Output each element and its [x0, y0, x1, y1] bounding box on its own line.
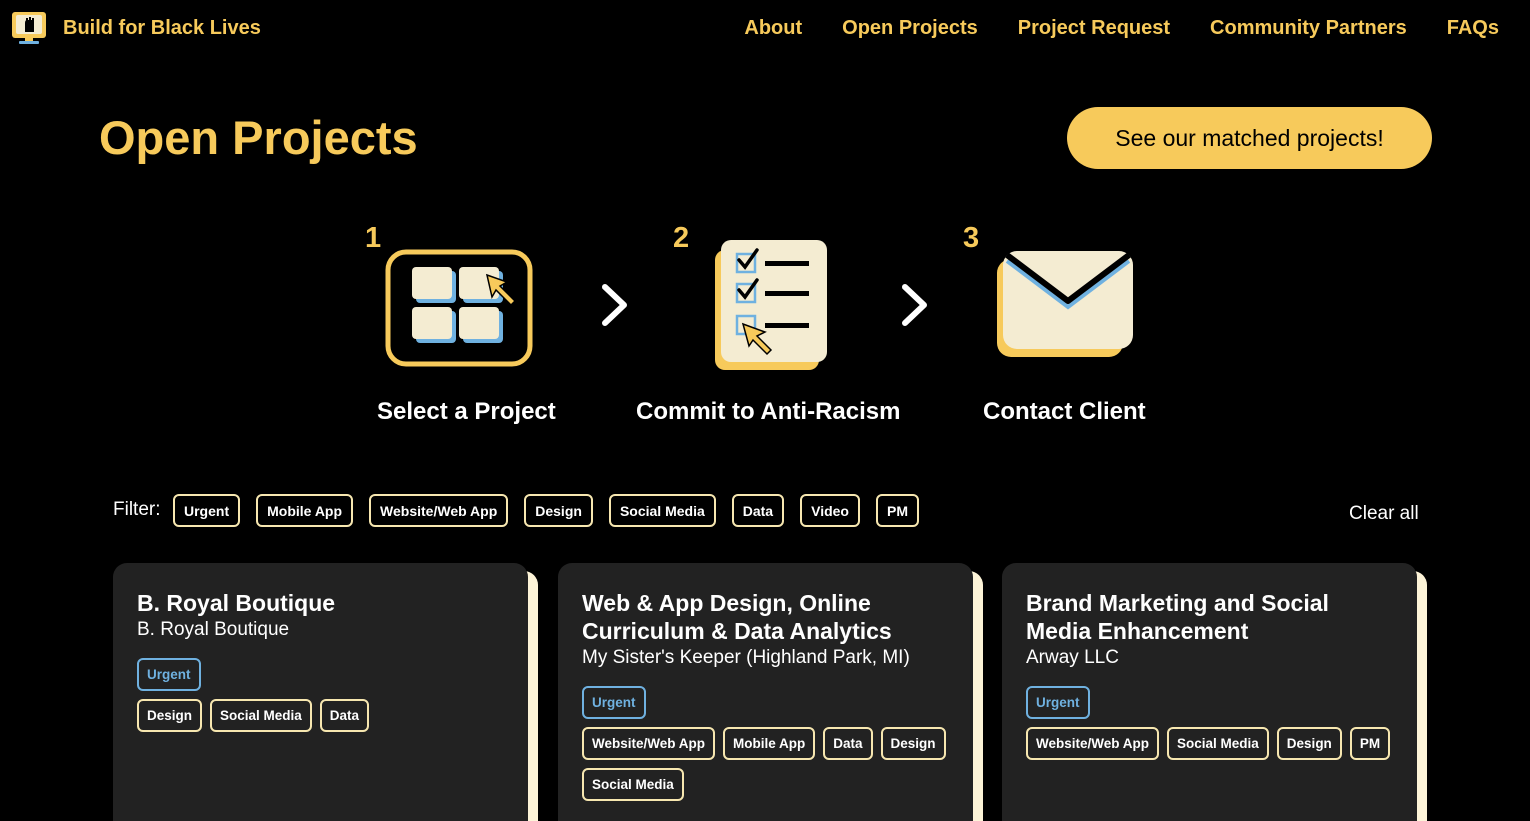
tag: Data [823, 727, 873, 760]
nav-links: About Open Projects Project Request Comm… [744, 17, 1499, 40]
logo-icon[interactable] [11, 11, 47, 45]
clear-all-button[interactable]: Clear all [1349, 503, 1419, 525]
tag: Social Media [582, 768, 684, 801]
step-label-3: Contact Client [983, 398, 1146, 425]
tag-list: Design Social Media Data [137, 699, 504, 732]
filter-chips: Urgent Mobile App Website/Web App Design… [173, 494, 919, 527]
urgent-row: Urgent [582, 686, 949, 719]
tag-list: Website/Web App Mobile App Data Design S… [582, 727, 949, 801]
matched-projects-button[interactable]: See our matched projects! [1067, 107, 1432, 169]
card-title: Brand Marketing and Social Media Enhance… [1026, 590, 1329, 644]
step-number-1: 1 [365, 222, 382, 254]
project-card-body[interactable]: Web & App Design, Online Curriculum & Da… [558, 563, 973, 821]
card-title: Web & App Design, Online Curriculum & Da… [582, 590, 892, 644]
card-organization: Arway LLC [1026, 647, 1119, 668]
grid-cursor-icon [385, 249, 533, 367]
page-title: Open Projects [99, 111, 418, 164]
nav-link-community-partners[interactable]: Community Partners [1210, 17, 1407, 40]
card-title: B. Royal Boutique [137, 590, 336, 616]
tag: Website/Web App [582, 727, 716, 760]
tag: Website/Web App [1026, 727, 1160, 760]
tag: Data [319, 699, 370, 732]
tag: Social Media [1167, 727, 1269, 760]
project-card: Web & App Design, Online Curriculum & Da… [558, 563, 983, 821]
filter-label: Filter: [113, 499, 161, 520]
filter-chip-mobile-app[interactable]: Mobile App [256, 494, 354, 527]
project-card-body[interactable]: B. Royal Boutique B. Royal Boutique Urge… [113, 563, 528, 821]
filter-chip-pm[interactable]: PM [875, 494, 919, 527]
filter-chip-video[interactable]: Video [800, 494, 860, 527]
nav-link-project-request[interactable]: Project Request [1018, 17, 1170, 40]
step-number-2: 2 [673, 222, 690, 254]
nav-link-open-projects[interactable]: Open Projects [842, 17, 978, 40]
card-organization: My Sister's Keeper (Highland Park, MI) [582, 647, 910, 668]
envelope-icon [997, 251, 1133, 357]
project-card-body[interactable]: Brand Marketing and Social Media Enhance… [1002, 563, 1417, 821]
urgent-tag: Urgent [137, 658, 201, 691]
tag: PM [1349, 727, 1391, 760]
filter-chip-urgent[interactable]: Urgent [173, 494, 241, 527]
tag: Mobile App [723, 727, 816, 760]
project-card: Brand Marketing and Social Media Enhance… [1002, 563, 1427, 821]
filter-chip-social-media[interactable]: Social Media [608, 494, 716, 527]
step-label-1: Select a Project [377, 398, 556, 425]
step-label-2: Commit to Anti-Racism [636, 398, 901, 425]
filter-chip-website[interactable]: Website/Web App [369, 494, 509, 527]
top-nav: Build for Black Lives About Open Project… [0, 0, 1530, 58]
tag: Social Media [210, 699, 312, 732]
brand-name[interactable]: Build for Black Lives [63, 17, 261, 40]
filter-chip-design[interactable]: Design [524, 494, 593, 527]
filter-chip-data[interactable]: Data [731, 494, 785, 527]
urgent-tag: Urgent [1026, 686, 1090, 719]
step-number-3: 3 [963, 222, 980, 254]
urgent-row: Urgent [137, 658, 504, 691]
tag: Design [137, 699, 203, 732]
tag: Design [880, 727, 946, 760]
urgent-tag: Urgent [582, 686, 646, 719]
tag: Design [1276, 727, 1342, 760]
chevron-right-icon [902, 284, 927, 326]
card-organization: B. Royal Boutique [137, 619, 290, 640]
nav-link-faqs[interactable]: FAQs [1447, 17, 1499, 40]
urgent-row: Urgent [1026, 686, 1393, 719]
project-card: B. Royal Boutique B. Royal Boutique Urge… [113, 563, 538, 821]
checklist-icon [715, 240, 827, 370]
chevron-right-icon [602, 284, 627, 326]
tag-list: Website/Web App Social Media Design PM [1026, 727, 1393, 760]
nav-link-about[interactable]: About [744, 17, 802, 40]
